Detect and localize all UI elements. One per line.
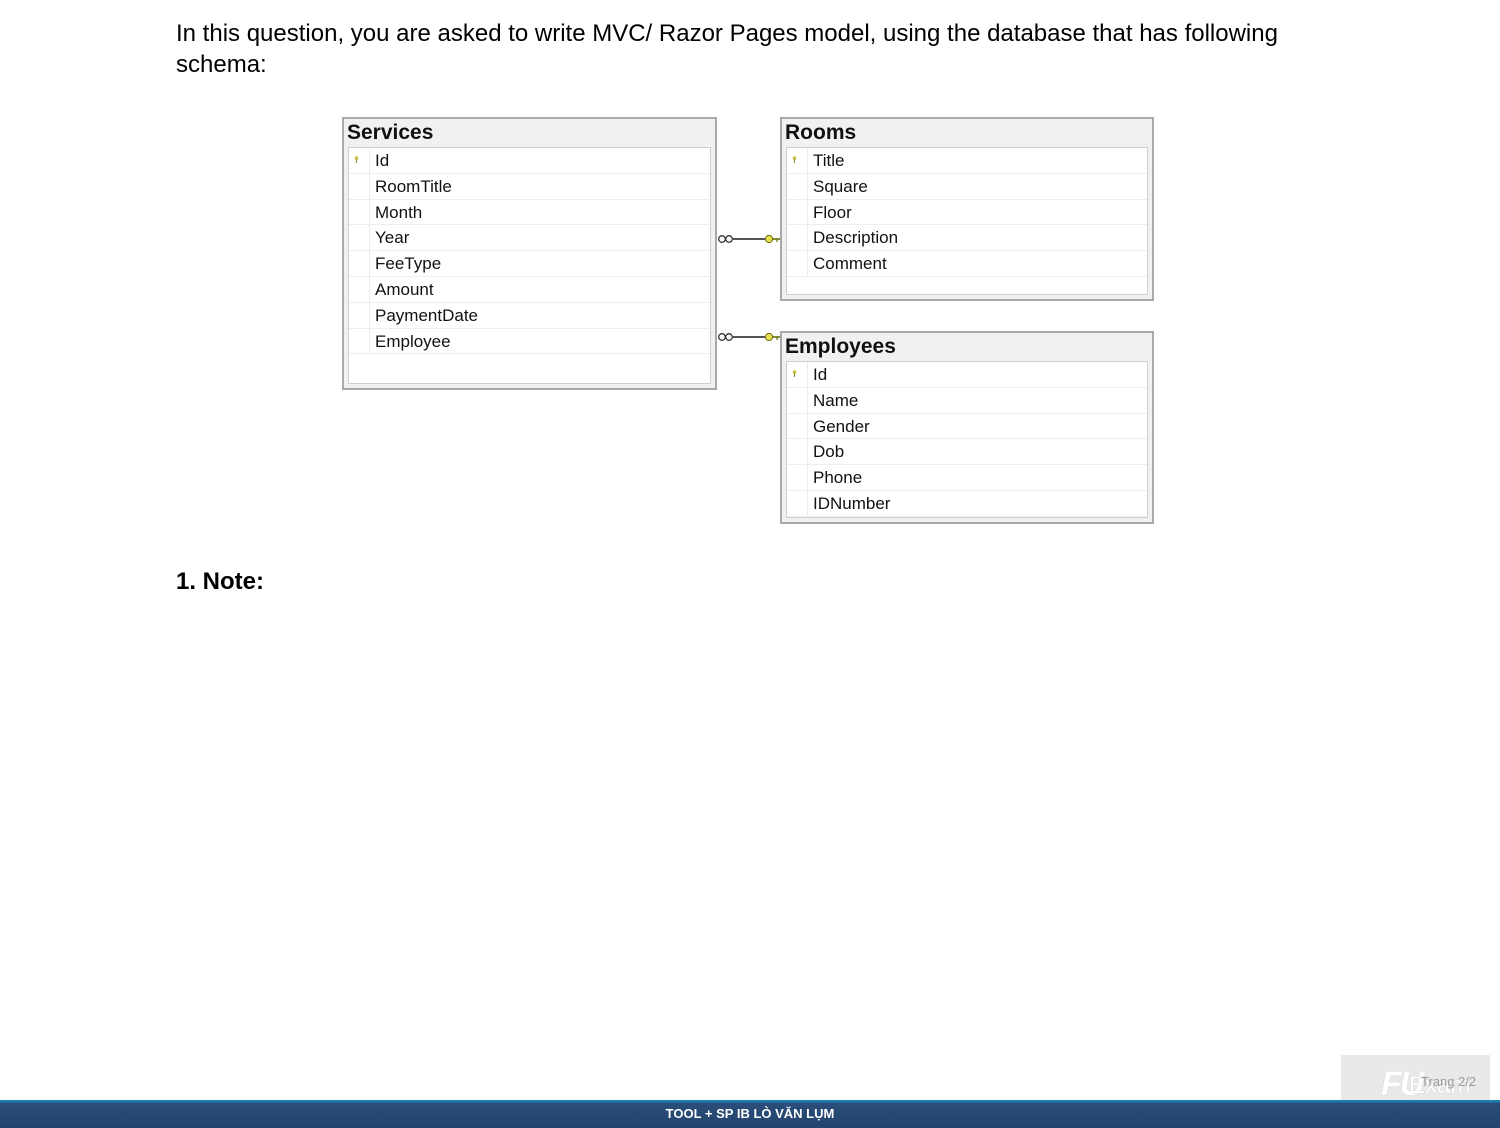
services-table-title: Services <box>347 121 434 144</box>
key-end-icon <box>764 332 780 342</box>
column-row: Id <box>349 148 710 174</box>
many-end-icon <box>718 235 733 243</box>
column-row: Square <box>787 173 1147 200</box>
column-row: Title <box>787 148 1147 174</box>
footer-bar: TOOL + SP IB LÒ VĂN LỤM <box>0 1100 1500 1128</box>
primary-key-icon <box>354 156 359 163</box>
column-row: FeeType <box>349 251 710 277</box>
column-row: Name <box>787 387 1147 414</box>
column-row: Description <box>787 225 1147 252</box>
services-columns: Id RoomTitle Month Year FeeType Amount P… <box>348 147 711 384</box>
column-row: Gender <box>787 413 1147 440</box>
intro-paragraph: In this question, you are asked to write… <box>176 20 1278 78</box>
page-number: Trang 2/2 <box>1421 1074 1477 1089</box>
primary-key-icon <box>792 156 797 163</box>
employees-table: Employees Id Name Gender Dob Phone IDNum… <box>780 331 1154 524</box>
employees-table-title: Employees <box>785 335 896 358</box>
column-row: IDNumber <box>787 490 1147 517</box>
relationship-connectors <box>718 234 780 342</box>
column-row: Comment <box>787 251 1147 277</box>
column-row: Amount <box>349 276 710 303</box>
column-row: Employee <box>349 328 710 355</box>
column-row: Year <box>349 225 710 252</box>
note-heading: 1. Note: <box>176 568 265 595</box>
rooms-table: Rooms Title Square Floor Description Com… <box>780 117 1154 301</box>
services-table: Services Id RoomTitle Month Year FeeType… <box>342 117 717 390</box>
column-row: Floor <box>787 199 1147 226</box>
column-row: Id <box>787 362 1147 388</box>
rooms-columns: Title Square Floor Description Comment <box>786 147 1148 295</box>
column-row: Dob <box>787 439 1147 466</box>
key-end-icon <box>764 234 780 244</box>
footer-text: TOOL + SP IB LÒ VĂN LỤM <box>665 1106 835 1121</box>
column-row: RoomTitle <box>349 173 710 200</box>
column-row: Phone <box>787 465 1147 491</box>
primary-key-icon <box>792 370 797 377</box>
services-rooms-relationship <box>718 234 780 244</box>
services-employees-relationship <box>718 332 780 342</box>
rooms-table-title: Rooms <box>785 121 857 144</box>
employees-columns: Id Name Gender Dob Phone IDNumber <box>786 361 1148 518</box>
column-row: PaymentDate <box>349 302 710 329</box>
many-end-icon <box>718 333 733 341</box>
column-row: Month <box>349 199 710 226</box>
